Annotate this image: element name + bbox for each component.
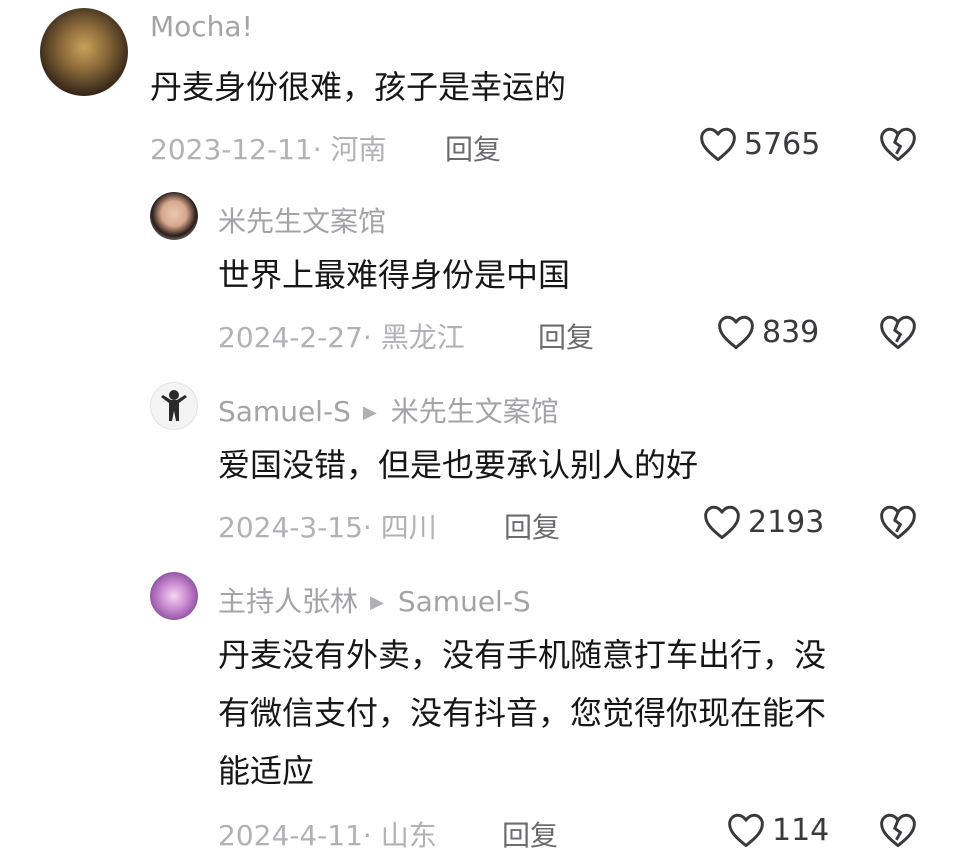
comment-text: 丹麦身份很难，孩子是幸运的	[150, 68, 567, 106]
comment-text: 爱国没错，但是也要承认别人的好	[218, 446, 699, 484]
broken-heart-icon[interactable]	[878, 314, 918, 350]
author-name[interactable]: 主持人张林	[218, 585, 358, 618]
comment-author: 主持人张林 ▶ Samuel-S	[218, 580, 531, 620]
comment-text-line: 能适应	[218, 752, 315, 790]
comment-date-location: 2024-4-11· 山东	[218, 819, 437, 852]
avatar[interactable]	[150, 382, 198, 430]
comment-date-location: 2024-3-15· 四川	[218, 511, 437, 544]
heart-outline-icon	[728, 813, 764, 848]
heart-outline-icon	[704, 505, 740, 540]
like-count: 2193	[748, 504, 825, 540]
reply-button[interactable]: 回复	[502, 814, 558, 854]
avatar[interactable]	[150, 192, 198, 240]
comment-author[interactable]: Mocha!	[150, 10, 253, 43]
like-button[interactable]: 839	[716, 314, 819, 350]
broken-heart-icon[interactable]	[878, 812, 918, 848]
person-silhouette-icon	[161, 390, 187, 421]
comment-text: 世界上最难得身份是中国	[218, 256, 571, 294]
like-count: 5765	[744, 126, 821, 162]
broken-heart-icon[interactable]	[878, 126, 918, 162]
avatar[interactable]	[40, 8, 128, 96]
like-button[interactable]: 2193	[702, 504, 824, 540]
reply-button[interactable]: 回复	[538, 316, 594, 356]
broken-heart-icon[interactable]	[878, 504, 918, 540]
author-name[interactable]: Samuel-S	[218, 395, 351, 428]
like-button[interactable]: 114	[726, 812, 829, 848]
heart-outline-icon	[700, 127, 736, 162]
comment-author: Samuel-S ▶ 米先生文案馆	[218, 390, 559, 430]
comment-text: 丹麦没有外卖，没有手机随意打车出行，没 有微信支付，没有抖音，您觉得你现在能不 …	[218, 626, 826, 800]
reply-to-name[interactable]: Samuel-S	[398, 585, 531, 618]
avatar[interactable]	[150, 572, 198, 620]
reply-to-name[interactable]: 米先生文案馆	[391, 395, 559, 428]
like-button[interactable]: 5765	[698, 126, 820, 162]
triangle-right-icon: ▶	[362, 402, 377, 423]
like-count: 839	[762, 314, 820, 350]
triangle-right-icon: ▶	[370, 592, 384, 613]
comment-text-line: 有微信支付，没有抖音，您觉得你现在能不	[218, 694, 827, 732]
comment-date-location: 2023-12-11· 河南	[150, 133, 387, 166]
reply-button[interactable]: 回复	[504, 506, 560, 546]
comment-date-location: 2024-2-27· 黑龙江	[218, 321, 465, 354]
comment-text-line: 丹麦没有外卖，没有手机随意打车出行，没	[218, 636, 827, 674]
like-count: 114	[772, 812, 830, 848]
heart-outline-icon	[718, 315, 754, 350]
reply-button[interactable]: 回复	[445, 128, 501, 168]
comment-author[interactable]: 米先生文案馆	[218, 200, 386, 240]
